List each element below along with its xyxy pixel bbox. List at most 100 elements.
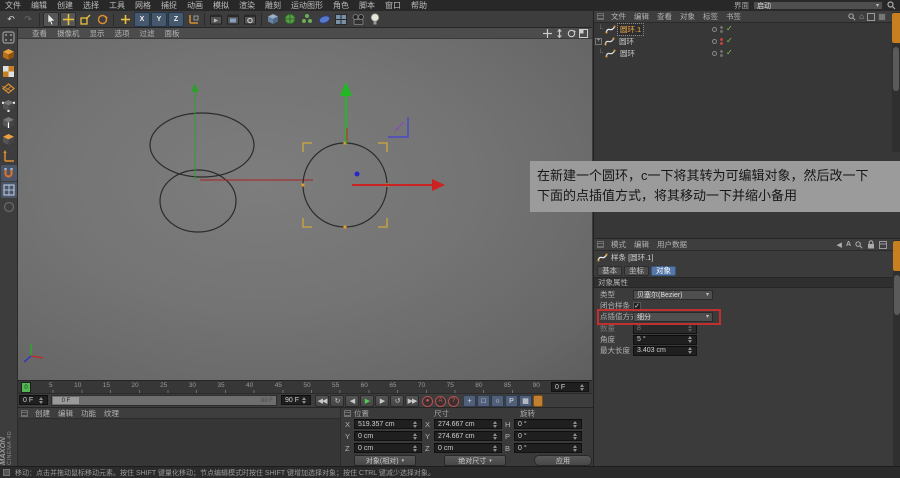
render-settings-button[interactable] xyxy=(242,12,258,27)
type-dropdown[interactable]: 贝塞尔(Bezier) xyxy=(633,289,713,300)
light-button[interactable] xyxy=(367,12,383,27)
visibility-dot[interactable] xyxy=(712,38,717,44)
menu-tools[interactable]: 工具 xyxy=(104,0,130,11)
material-menu-texture[interactable]: 纹理 xyxy=(100,408,123,419)
enabled-check-icon[interactable]: ✓ xyxy=(726,37,733,45)
workplane-mode-button[interactable] xyxy=(1,80,17,96)
object-row-circle1[interactable]: └ 圆环.1 ✓ xyxy=(594,22,900,36)
rot-b-field[interactable]: 0 ° xyxy=(514,443,582,453)
timeline-ruler[interactable]: 0 5 10 15 20 25 30 35 40 45 50 55 60 65 70 75 80 85 90 0 0… xyxy=(18,380,592,393)
panel-grip-icon[interactable] xyxy=(21,409,28,417)
spline-object-icon[interactable] xyxy=(605,24,616,35)
viewport-menu-display[interactable]: 显示 xyxy=(86,28,109,39)
material-menu-create[interactable]: 创建 xyxy=(31,408,54,419)
keying-settings-button[interactable] xyxy=(533,395,543,407)
object-name-circle3[interactable]: 圆环 xyxy=(618,48,637,59)
loop-button[interactable]: ↺ xyxy=(390,395,404,407)
editor-render-dots[interactable] xyxy=(720,37,723,45)
pos-x-field[interactable]: 519.357 cm xyxy=(354,419,422,429)
axis-mode-button[interactable] xyxy=(1,148,17,164)
om-scrollbar[interactable] xyxy=(893,47,899,91)
move-tool-button[interactable] xyxy=(60,11,76,27)
goto-end-button[interactable]: ▶▶ xyxy=(405,395,419,407)
frame-spinner[interactable] xyxy=(578,383,585,391)
environment-floor-button[interactable] xyxy=(333,12,349,27)
panel-grip-icon[interactable] xyxy=(597,13,604,20)
editor-render-dots[interactable] xyxy=(720,49,723,57)
om-search-icon[interactable] xyxy=(848,12,856,21)
apply-button[interactable]: 应用 xyxy=(534,455,592,466)
record-scale-toggle[interactable]: □ xyxy=(477,395,490,407)
pos-z-field[interactable]: 0 cm xyxy=(354,443,422,453)
am-search-icon[interactable] xyxy=(855,240,863,249)
panel-grip-icon[interactable] xyxy=(344,410,351,417)
object-name-circle1[interactable]: 圆环.1 xyxy=(616,22,645,36)
tab-coordinates[interactable]: 坐标 xyxy=(624,265,649,276)
texture-mode-button[interactable] xyxy=(1,63,17,79)
menu-snap[interactable]: 捕捉 xyxy=(156,0,182,11)
close-spline-checkbox[interactable]: ✓ xyxy=(633,301,641,310)
menu-window[interactable]: 窗口 xyxy=(380,0,406,11)
am-new-panel-icon[interactable] xyxy=(879,240,887,249)
enabled-check-icon[interactable]: ✓ xyxy=(726,49,733,57)
gizmo-plane-handle[interactable] xyxy=(388,117,409,138)
keyframe-selection-button[interactable]: ? xyxy=(448,395,459,407)
object-row-circle2[interactable]: + 圆环 ✓ xyxy=(594,35,900,47)
menu-help[interactable]: 帮助 xyxy=(406,0,432,11)
spline-object-icon[interactable] xyxy=(605,48,616,59)
record-parameter-toggle[interactable]: P xyxy=(505,395,518,407)
model-mode-button[interactable] xyxy=(1,46,17,62)
am-autoarrange-icon[interactable]: A xyxy=(846,241,851,248)
record-rotation-toggle[interactable]: ○ xyxy=(491,395,504,407)
om-menu-bookmarks[interactable]: 书签 xyxy=(722,11,745,22)
enabled-check-icon[interactable]: ✓ xyxy=(726,25,733,33)
polygons-mode-button[interactable] xyxy=(1,131,17,147)
material-menu-edit[interactable]: 编辑 xyxy=(54,408,77,419)
menu-edit[interactable]: 编辑 xyxy=(26,0,52,11)
tab-object[interactable]: 对象 xyxy=(651,265,676,276)
render-picture-viewer-button[interactable] xyxy=(225,12,241,27)
visibility-dot[interactable] xyxy=(712,50,717,56)
menu-render[interactable]: 渲染 xyxy=(234,0,260,11)
locked-workplane-button[interactable] xyxy=(1,199,17,215)
circle-vertex-left[interactable] xyxy=(301,183,305,187)
visibility-dot[interactable] xyxy=(712,26,717,32)
om-menu-edit[interactable]: 编辑 xyxy=(630,11,653,22)
record-keyframe-button[interactable]: ● xyxy=(422,395,433,407)
range-slider-handle[interactable]: 0 F xyxy=(53,397,79,404)
figure8-spline-bottom-loop[interactable] xyxy=(159,169,237,233)
make-editable-button[interactable] xyxy=(1,29,17,45)
am-scrollbar[interactable] xyxy=(894,275,900,315)
am-menu-mode[interactable]: 模式 xyxy=(607,239,630,250)
edges-mode-button[interactable] xyxy=(1,114,17,130)
play-button[interactable]: ▶ xyxy=(360,395,374,407)
coordinate-system-button[interactable] xyxy=(185,12,201,27)
size-x-field[interactable]: 274.667 cm xyxy=(434,419,502,429)
expand-icon[interactable]: + xyxy=(595,37,602,45)
object-row-circle3[interactable]: └ 圆环 ✓ xyxy=(594,47,900,59)
lock-z-axis-button[interactable]: Z xyxy=(168,11,184,27)
object-properties-section[interactable]: 对象属性 xyxy=(594,277,900,288)
om-layer-icon[interactable] xyxy=(878,12,886,21)
rot-p-field[interactable]: 0 ° xyxy=(514,431,582,441)
am-lock-icon[interactable] xyxy=(867,240,875,249)
menu-script[interactable]: 脚本 xyxy=(354,0,380,11)
interpolation-dropdown[interactable]: 细分 xyxy=(633,311,713,322)
gizmo-center-point[interactable] xyxy=(354,171,360,177)
menu-sculpt[interactable]: 雕刻 xyxy=(260,0,286,11)
frame-range-slider[interactable]: 0 F 90 F xyxy=(51,395,277,406)
panel-grip-icon[interactable] xyxy=(597,241,604,248)
goto-start-button[interactable]: ◀◀ xyxy=(315,395,329,407)
timeline-playhead[interactable]: 0 xyxy=(21,382,31,393)
material-menu-function[interactable]: 功能 xyxy=(77,408,100,419)
om-menu-tags[interactable]: 标签 xyxy=(699,11,722,22)
menu-create[interactable]: 创建 xyxy=(52,0,78,11)
figure8-spline-top-loop[interactable] xyxy=(149,112,255,178)
live-selection-button[interactable] xyxy=(43,11,59,27)
previous-frame-button[interactable]: ◀ xyxy=(345,395,359,407)
viewport-menu-cameras[interactable]: 摄像机 xyxy=(53,28,84,39)
timeline-frame-field[interactable]: 0 F xyxy=(551,382,589,392)
menu-file[interactable]: 文件 xyxy=(0,0,26,11)
size-y-field[interactable]: 274.667 cm xyxy=(434,431,502,441)
gizmo-y-arrow[interactable] xyxy=(340,82,352,96)
